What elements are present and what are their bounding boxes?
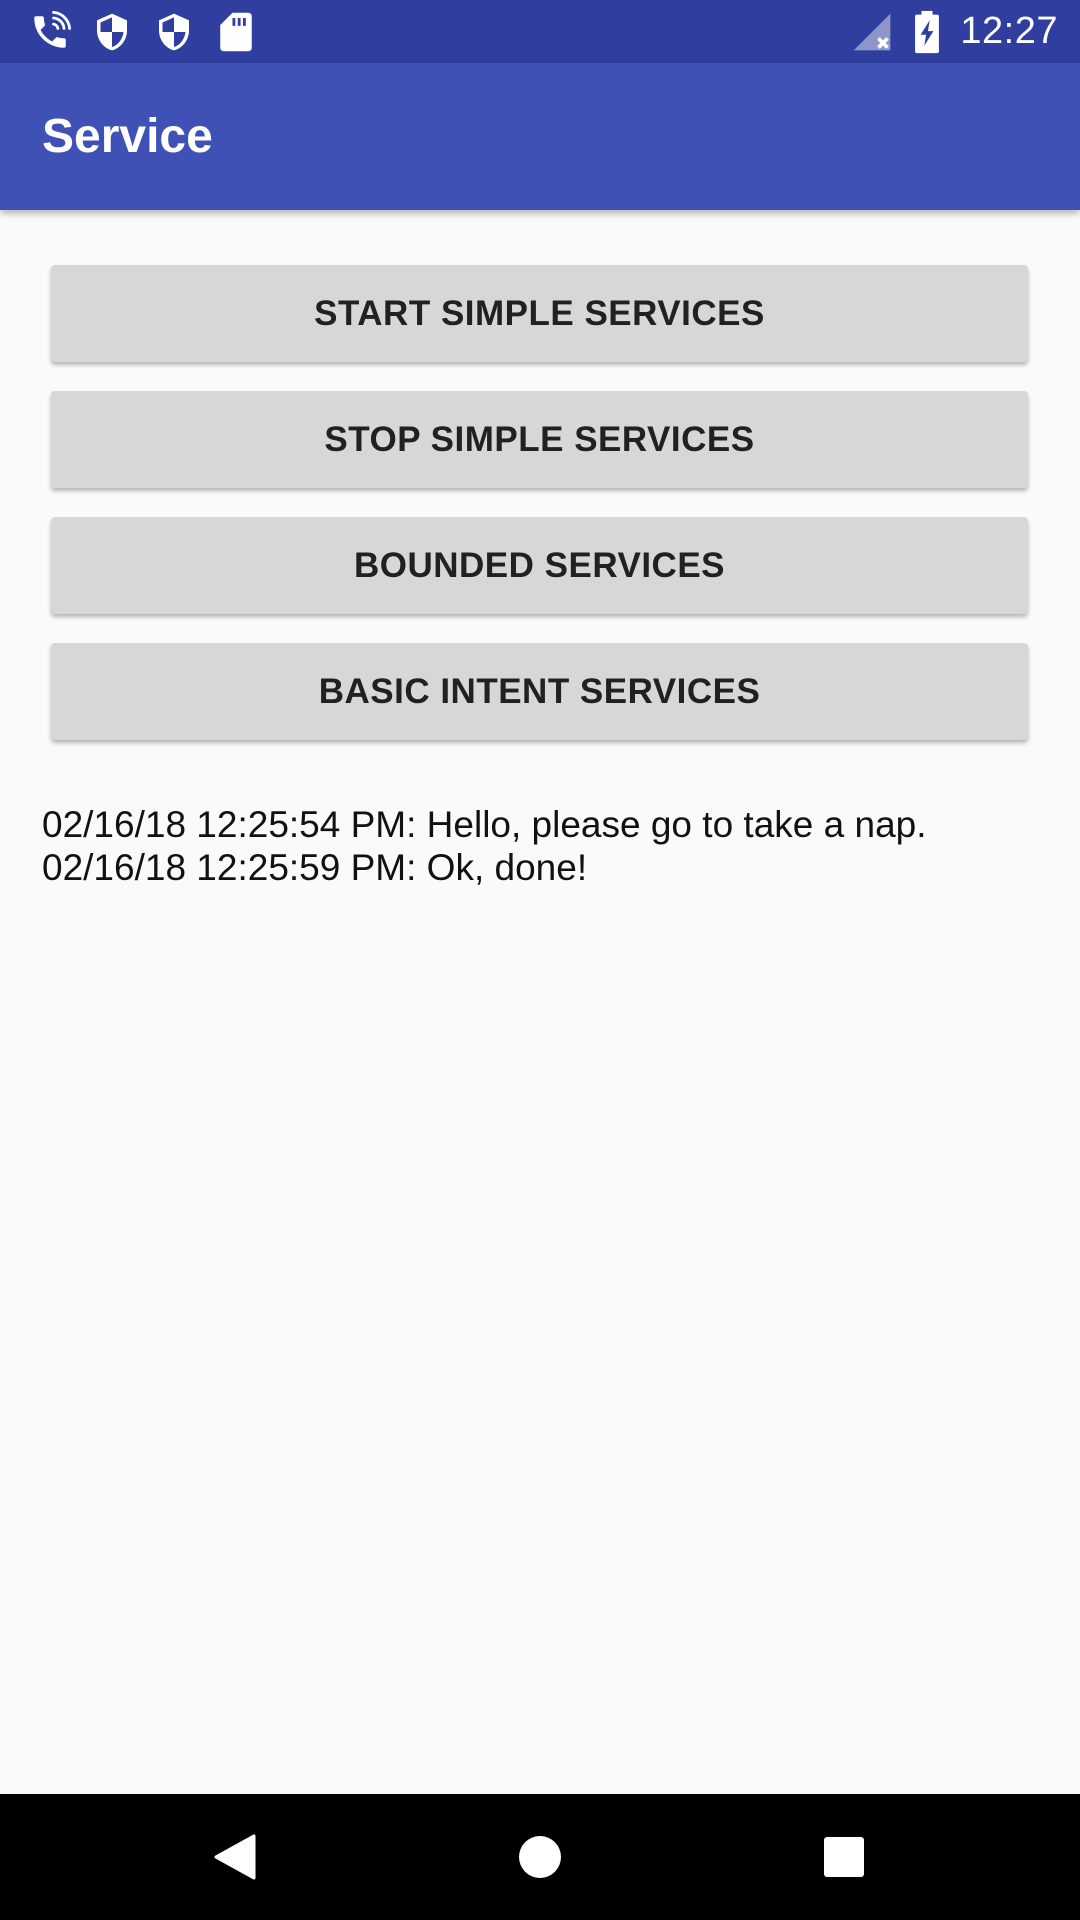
wifi-calling-icon bbox=[28, 10, 72, 54]
log-line: 02/16/18 12:25:59 PM: Ok, done! bbox=[42, 847, 588, 888]
home-button[interactable] bbox=[477, 1794, 603, 1920]
recents-icon bbox=[824, 1837, 864, 1877]
shield-icon bbox=[152, 10, 196, 54]
shield-icon bbox=[90, 10, 134, 54]
status-time: 12:27 bbox=[960, 10, 1058, 52]
home-icon bbox=[519, 1836, 561, 1878]
navigation-bar bbox=[0, 1794, 1080, 1920]
log-line: 02/16/18 12:25:54 PM: Hello, please go t… bbox=[42, 804, 927, 845]
back-icon bbox=[214, 1834, 256, 1880]
system-icons: 12:27 bbox=[850, 0, 1058, 63]
no-signal-icon bbox=[850, 10, 894, 54]
log-output: 02/16/18 12:25:54 PM: Hello, please go t… bbox=[42, 803, 1042, 889]
sd-card-icon bbox=[214, 10, 258, 54]
recents-button[interactable] bbox=[781, 1794, 907, 1920]
status-bar: 12:27 bbox=[0, 0, 1080, 63]
basic-intent-services-button[interactable]: BASIC INTENT SERVICES bbox=[51, 643, 1028, 740]
app-title: Service bbox=[42, 110, 213, 163]
battery-charging-icon bbox=[912, 10, 942, 54]
start-simple-services-button[interactable]: START SIMPLE SERVICES bbox=[51, 265, 1028, 362]
screen: 12:27 Service START SIMPLE SERVICES STOP… bbox=[0, 0, 1080, 1920]
button-group: START SIMPLE SERVICES STOP SIMPLE SERVIC… bbox=[51, 265, 1028, 769]
back-button[interactable] bbox=[172, 1794, 298, 1920]
notification-icons bbox=[28, 10, 258, 54]
bounded-services-button[interactable]: BOUNDED SERVICES bbox=[51, 517, 1028, 614]
stop-simple-services-button[interactable]: STOP SIMPLE SERVICES bbox=[51, 391, 1028, 488]
app-bar: Service bbox=[0, 63, 1080, 210]
